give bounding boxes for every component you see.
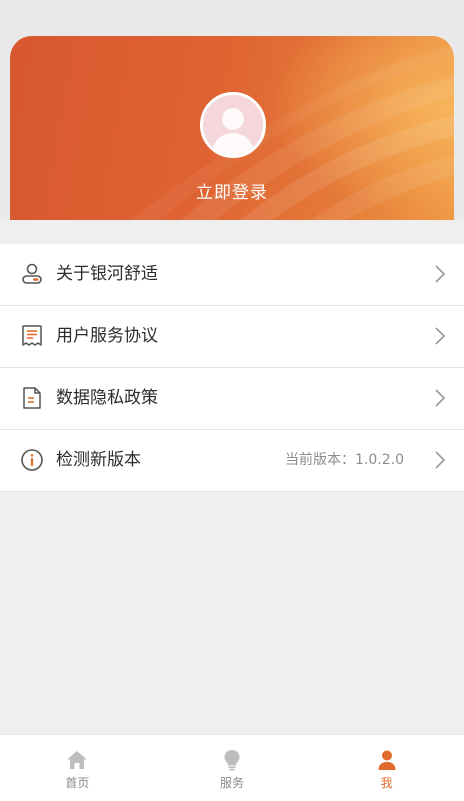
- profile-page: 立即登录 关于银河舒适 用户服务协议 数据隐私政策 检测新版本 当前版本：1.0…: [0, 0, 464, 801]
- chevron-right-icon: [435, 327, 446, 345]
- current-version-text: 当前版本：1.0.2.0: [285, 452, 404, 468]
- tab-home[interactable]: 首页: [0, 735, 155, 801]
- menu-item-label: 数据隐私政策: [56, 388, 158, 408]
- document-list-icon: [22, 325, 42, 346]
- tab-service[interactable]: 服务: [155, 735, 310, 801]
- tab-me[interactable]: 我: [309, 735, 464, 801]
- menu-item-privacy-policy[interactable]: 数据隐私政策: [0, 368, 464, 430]
- info-circle-icon: [21, 449, 43, 471]
- chevron-right-icon: [435, 265, 446, 283]
- menu-item-label: 检测新版本: [56, 450, 141, 470]
- tab-label: 服务: [220, 776, 245, 790]
- settings-menu: 关于银河舒适 用户服务协议 数据隐私政策 检测新版本 当前版本：1.0.2.0: [0, 244, 464, 492]
- tab-label: 首页: [65, 776, 90, 790]
- avatar[interactable]: [200, 92, 266, 158]
- profile-header: 立即登录: [0, 0, 464, 220]
- login-button[interactable]: 立即登录: [10, 178, 454, 203]
- user-card-icon: [22, 263, 42, 284]
- profile-header-card: 立即登录: [10, 36, 454, 220]
- menu-item-about[interactable]: 关于银河舒适: [0, 244, 464, 306]
- chevron-right-icon: [435, 389, 446, 407]
- bottom-tab-bar: 首页 服务 我: [0, 734, 464, 801]
- menu-item-check-update[interactable]: 检测新版本 当前版本：1.0.2.0: [0, 430, 464, 492]
- tab-label: 我: [380, 776, 393, 790]
- avatar-placeholder-icon: [203, 95, 263, 155]
- menu-item-label: 用户服务协议: [56, 326, 158, 346]
- chevron-right-icon: [435, 451, 446, 469]
- lightbulb-icon: [224, 750, 240, 771]
- person-icon: [378, 750, 396, 770]
- menu-item-label: 关于银河舒适: [56, 264, 158, 284]
- home-icon: [67, 751, 88, 769]
- menu-item-user-agreement[interactable]: 用户服务协议: [0, 306, 464, 368]
- privacy-doc-icon: [23, 387, 41, 409]
